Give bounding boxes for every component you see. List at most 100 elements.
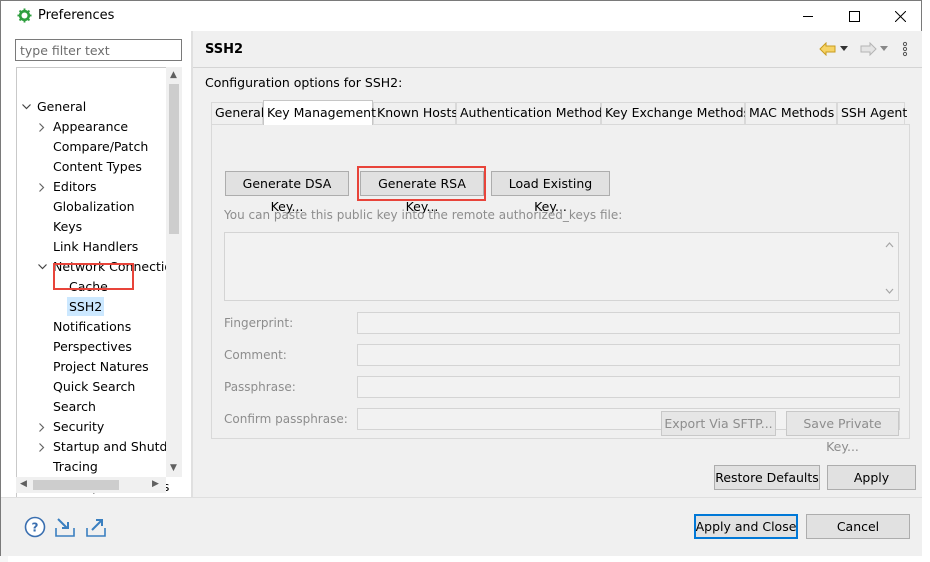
chevron-right-icon[interactable] xyxy=(36,437,48,457)
tree-item[interactable]: Startup and Shutdown xyxy=(17,437,182,457)
tree-item[interactable]: Security xyxy=(17,417,182,437)
title-bar: Preferences xyxy=(1,1,921,31)
tree-item-label: Keys xyxy=(53,219,83,234)
horizontal-scroll-thumb[interactable] xyxy=(33,480,119,490)
comment-label: Comment: xyxy=(224,348,287,362)
tab-known-hosts[interactable]: Known Hosts xyxy=(373,102,458,124)
chevron-right-icon[interactable] xyxy=(36,117,48,137)
tab-mac-methods[interactable]: MAC Methods xyxy=(745,102,837,124)
maximize-button[interactable] xyxy=(831,1,877,31)
textarea-scrollbar[interactable] xyxy=(881,233,898,300)
load-existing-key-button[interactable]: Load Existing Key... xyxy=(491,171,610,214)
tree-item[interactable]: Perspectives xyxy=(17,337,182,357)
tree-item[interactable]: Network Connections xyxy=(17,257,182,277)
forward-arrow-icon xyxy=(860,42,877,56)
eclipse-app-icon xyxy=(17,8,32,23)
tree-item[interactable]: Keys xyxy=(17,217,182,237)
tree-item[interactable]: Link Handlers xyxy=(17,237,182,257)
cancel-button[interactable]: Cancel xyxy=(806,514,910,539)
tree-item-label: Editors xyxy=(53,179,97,194)
tree-item-label: SSH2 xyxy=(67,297,105,316)
maximize-icon xyxy=(848,10,860,22)
tree-item[interactable]: Project Natures xyxy=(17,357,182,377)
generate-dsa-key-button[interactable]: Generate DSA Key... xyxy=(225,171,349,214)
scroll-down-icon[interactable]: ▼ xyxy=(170,464,177,473)
tree-item[interactable]: Search xyxy=(17,397,182,417)
view-menu-button[interactable] xyxy=(902,41,908,57)
tree-item-label: Startup and Shutdown xyxy=(53,439,182,454)
tree-item-label: Cache xyxy=(69,279,108,294)
forward-button[interactable] xyxy=(859,41,889,57)
scroll-left-icon[interactable]: ◀ xyxy=(20,480,27,489)
tree-item[interactable]: SSH2 xyxy=(17,297,182,317)
paste-hint-label: You can paste this public key into the r… xyxy=(224,208,623,222)
tree-item[interactable]: Cache xyxy=(17,277,182,297)
tree-item-label: Perspectives xyxy=(53,339,132,354)
scroll-right-icon[interactable]: ▶ xyxy=(152,480,159,489)
tree-item-label: Globalization xyxy=(53,199,135,214)
tree-item[interactable]: Tracing xyxy=(17,457,182,477)
filter-input[interactable] xyxy=(15,39,182,61)
chevron-right-icon[interactable] xyxy=(36,417,48,437)
close-button[interactable] xyxy=(877,1,923,31)
export-via-sftp-button[interactable]: Export Via SFTP... xyxy=(661,411,776,436)
restore-defaults-button[interactable]: Restore Defaults xyxy=(714,465,820,490)
vertical-scroll-thumb[interactable] xyxy=(169,84,179,234)
tree-item[interactable]: General xyxy=(17,97,182,117)
generate-rsa-key-button[interactable]: Generate RSA Key... xyxy=(360,171,484,214)
tree-item[interactable]: Notifications xyxy=(17,317,182,337)
tree-item-label: Security xyxy=(53,419,105,434)
tree-item-label: Compare/Patch xyxy=(53,139,149,154)
close-icon xyxy=(894,10,906,22)
tree-item[interactable]: Compare/Patch xyxy=(17,137,182,157)
preferences-dialog: Preferences General Appearance Compare/Pat… xyxy=(0,0,922,556)
fingerprint-field[interactable] xyxy=(357,312,900,334)
dialog-button-bar: ? Apply and Close Cancel xyxy=(1,497,922,556)
comment-field[interactable] xyxy=(357,344,900,366)
apply-button[interactable]: Apply xyxy=(827,465,916,490)
minimize-button[interactable] xyxy=(785,1,831,31)
tree-item-label: Notifications xyxy=(53,319,132,334)
tree-item[interactable]: Editors xyxy=(17,177,182,197)
chevron-down-icon[interactable] xyxy=(20,97,32,117)
tree-item-label: Network Connections xyxy=(53,259,182,274)
chevron-right-icon[interactable] xyxy=(36,177,48,197)
tab-key-management[interactable]: Key Management xyxy=(263,100,376,125)
tab-authentication-methods[interactable]: Authentication Methods xyxy=(456,102,609,124)
tree-item[interactable]: Quick Search xyxy=(17,377,182,397)
back-button[interactable] xyxy=(819,41,849,57)
chevron-down-icon[interactable] xyxy=(36,257,48,277)
passphrase-field[interactable] xyxy=(357,376,900,398)
back-dropdown-icon xyxy=(840,46,848,51)
tree-item[interactable]: Content Types xyxy=(17,157,182,177)
preference-page: SSH2 Configuration options for SSH2: Gen… xyxy=(193,31,922,497)
confirm-passphrase-label: Confirm passphrase: xyxy=(224,412,348,426)
tree-item-label: Appearance xyxy=(53,119,129,134)
tree-item-label: Quick Search xyxy=(53,379,136,394)
fingerprint-label: Fingerprint: xyxy=(224,316,294,330)
scroll-up-icon[interactable]: ▲ xyxy=(170,71,177,80)
tree-vertical-scrollbar[interactable]: ▲ ▼ xyxy=(166,67,182,477)
window-title: Preferences xyxy=(38,8,115,23)
export-icon[interactable] xyxy=(85,516,107,538)
forward-dropdown-icon xyxy=(880,46,888,51)
tab-ssh-agent[interactable]: SSH Agent xyxy=(837,102,907,124)
tree-item[interactable]: Appearance xyxy=(17,117,182,137)
tree-item-label: General xyxy=(37,99,87,114)
import-icon[interactable] xyxy=(54,516,76,538)
preference-navigation-pane: General Appearance Compare/Patch Content Ty… xyxy=(1,31,191,507)
tree-item-label: Content Types xyxy=(53,159,142,174)
tab-general[interactable]: General xyxy=(211,102,264,124)
tree-item[interactable]: Globalization xyxy=(17,197,182,217)
title-separator xyxy=(193,67,922,68)
preference-tree: General Appearance Compare/Patch Content Ty… xyxy=(16,67,182,507)
tree-horizontal-scrollbar[interactable]: ◀ ▶ xyxy=(16,477,166,493)
view-menu-icon xyxy=(902,41,908,57)
public-key-textarea[interactable] xyxy=(224,232,899,301)
tree-item-label: Link Handlers xyxy=(53,239,139,254)
apply-and-close-button[interactable]: Apply and Close xyxy=(694,514,798,539)
save-private-key-button[interactable]: Save Private Key... xyxy=(786,411,899,454)
help-icon[interactable]: ? xyxy=(24,516,46,538)
tab-key-exchange-methods[interactable]: Key Exchange Methods xyxy=(601,102,750,124)
tree-item-label: Search xyxy=(53,399,96,414)
